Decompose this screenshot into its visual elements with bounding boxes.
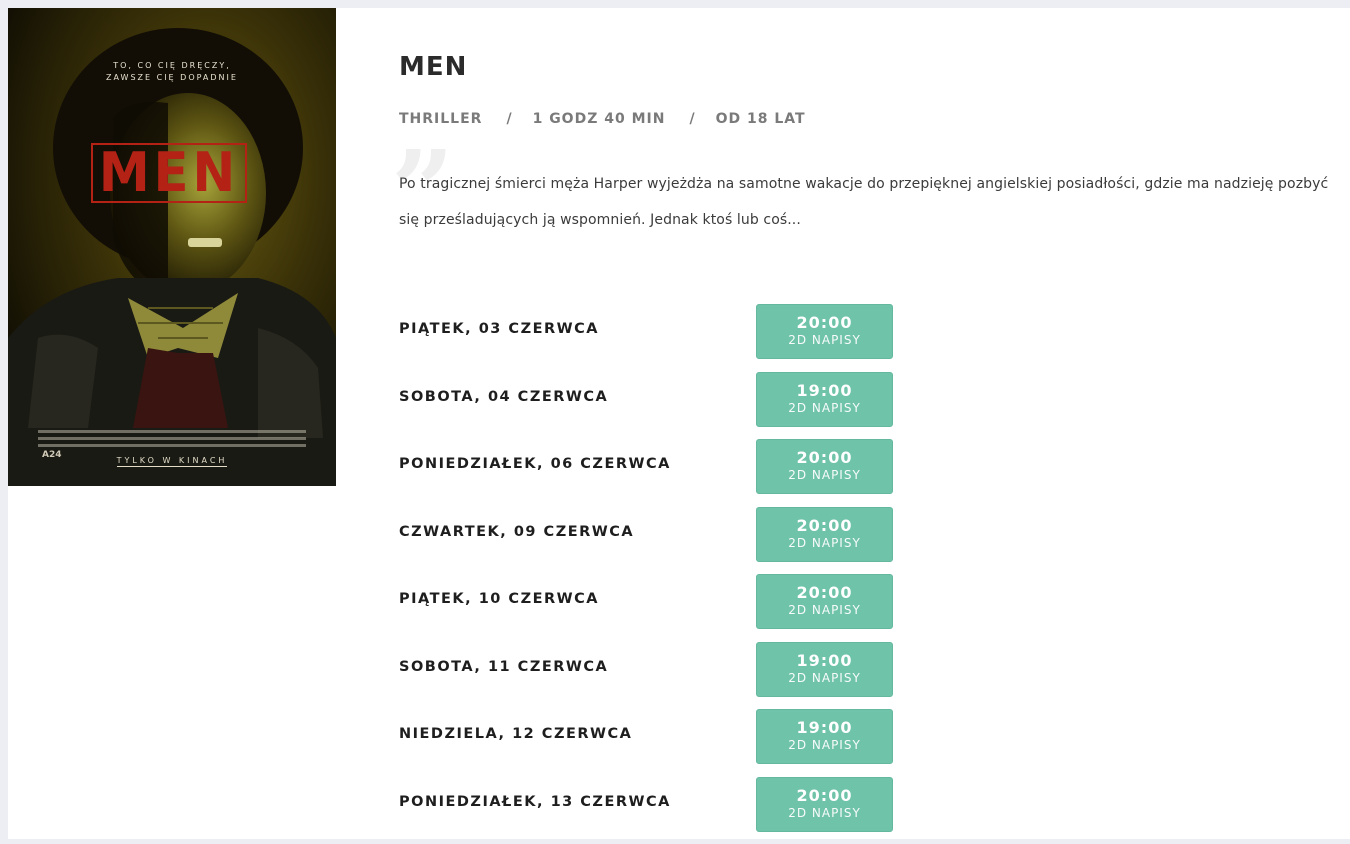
showtime-time: 20:00 xyxy=(757,787,892,805)
showtime-button[interactable]: 20:00 2D NAPISY xyxy=(756,439,893,494)
meta-separator: / xyxy=(689,111,695,127)
showtime-date: SOBOTA, 04 CZERWCA xyxy=(399,389,608,405)
showtime-format: 2D NAPISY xyxy=(757,400,892,416)
showtime-row: PONIEDZIAŁEK, 06 CZERWCA 20:00 2D NAPISY xyxy=(399,439,999,507)
showtime-date: SOBOTA, 11 CZERWCA xyxy=(399,659,608,675)
showtime-date: PIĄTEK, 10 CZERWCA xyxy=(399,591,599,607)
showtime-time: 20:00 xyxy=(757,517,892,535)
showtime-button[interactable]: 20:00 2D NAPISY xyxy=(756,507,893,562)
showtime-date: PIĄTEK, 03 CZERWCA xyxy=(399,321,599,337)
showtime-format: 2D NAPISY xyxy=(757,332,892,348)
showtime-date: PONIEDZIAŁEK, 13 CZERWCA xyxy=(399,794,671,810)
movie-title: MEN xyxy=(399,52,467,82)
showtime-time: 19:00 xyxy=(757,719,892,737)
showtime-time: 19:00 xyxy=(757,652,892,670)
showtime-row: PIĄTEK, 03 CZERWCA 20:00 2D NAPISY xyxy=(399,304,999,372)
poster-credit-line xyxy=(38,430,306,433)
showtime-date: CZWARTEK, 09 CZERWCA xyxy=(399,524,634,540)
poster-in-cinemas-text: TYLKO W KINACH xyxy=(117,456,228,467)
poster-tagline-line2: ZAWSZE CIĘ DOPADNIE xyxy=(8,72,336,84)
showtime-row: SOBOTA, 04 CZERWCA 19:00 2D NAPISY xyxy=(399,372,999,440)
showtime-time: 20:00 xyxy=(757,584,892,602)
movie-poster: TO, CO CIĘ DRĘCZY, ZAWSZE CIĘ DOPADNIE M… xyxy=(8,8,336,486)
showtime-time: 20:00 xyxy=(757,449,892,467)
poster-tagline: TO, CO CIĘ DRĘCZY, ZAWSZE CIĘ DOPADNIE xyxy=(8,60,336,84)
poster-credit-line xyxy=(38,444,306,447)
poster-tagline-line1: TO, CO CIĘ DRĘCZY, xyxy=(8,60,336,72)
showtime-button[interactable]: 19:00 2D NAPISY xyxy=(756,642,893,697)
movie-description: Po tragicznej śmierci męża Harper wyjeżd… xyxy=(399,166,1344,238)
showtime-button[interactable]: 20:00 2D NAPISY xyxy=(756,304,893,359)
movie-meta: THRILLER / 1 GODZ 40 MIN / OD 18 LAT xyxy=(399,111,806,127)
showtime-button[interactable]: 20:00 2D NAPISY xyxy=(756,574,893,629)
showtime-format: 2D NAPISY xyxy=(757,737,892,753)
poster-logo: MEN xyxy=(91,143,247,203)
showtime-button[interactable]: 19:00 2D NAPISY xyxy=(756,709,893,764)
showtime-row: CZWARTEK, 09 CZERWCA 20:00 2D NAPISY xyxy=(399,507,999,575)
showtime-button[interactable]: 19:00 2D NAPISY xyxy=(756,372,893,427)
showtime-time: 20:00 xyxy=(757,314,892,332)
movie-duration: 1 GODZ 40 MIN xyxy=(533,111,666,127)
movie-genre: THRILLER xyxy=(399,111,482,127)
movie-age-rating: OD 18 LAT xyxy=(716,111,806,127)
showtimes-list: PIĄTEK, 03 CZERWCA 20:00 2D NAPISY SOBOT… xyxy=(399,304,999,844)
showtime-date: NIEDZIELA, 12 CZERWCA xyxy=(399,726,632,742)
poster-logo-text: MEN xyxy=(99,146,239,200)
meta-separator: / xyxy=(506,111,512,127)
showtime-format: 2D NAPISY xyxy=(757,467,892,483)
showtime-format: 2D NAPISY xyxy=(757,670,892,686)
showtime-format: 2D NAPISY xyxy=(757,805,892,821)
showtime-date: PONIEDZIAŁEK, 06 CZERWCA xyxy=(399,456,671,472)
showtime-row: PONIEDZIAŁEK, 13 CZERWCA 20:00 2D NAPISY xyxy=(399,777,999,844)
poster-credits-block xyxy=(38,430,306,452)
page-card: TO, CO CIĘ DRĘCZY, ZAWSZE CIĘ DOPADNIE M… xyxy=(8,8,1350,839)
poster-in-cinemas: TYLKO W KINACH xyxy=(8,456,336,465)
showtime-time: 19:00 xyxy=(757,382,892,400)
showtime-format: 2D NAPISY xyxy=(757,602,892,618)
showtime-format: 2D NAPISY xyxy=(757,535,892,551)
poster-credit-line xyxy=(38,437,306,440)
showtime-row: PIĄTEK, 10 CZERWCA 20:00 2D NAPISY xyxy=(399,574,999,642)
showtime-button[interactable]: 20:00 2D NAPISY xyxy=(756,777,893,832)
showtime-row: NIEDZIELA, 12 CZERWCA 19:00 2D NAPISY xyxy=(399,709,999,777)
showtime-row: SOBOTA, 11 CZERWCA 19:00 2D NAPISY xyxy=(399,642,999,710)
